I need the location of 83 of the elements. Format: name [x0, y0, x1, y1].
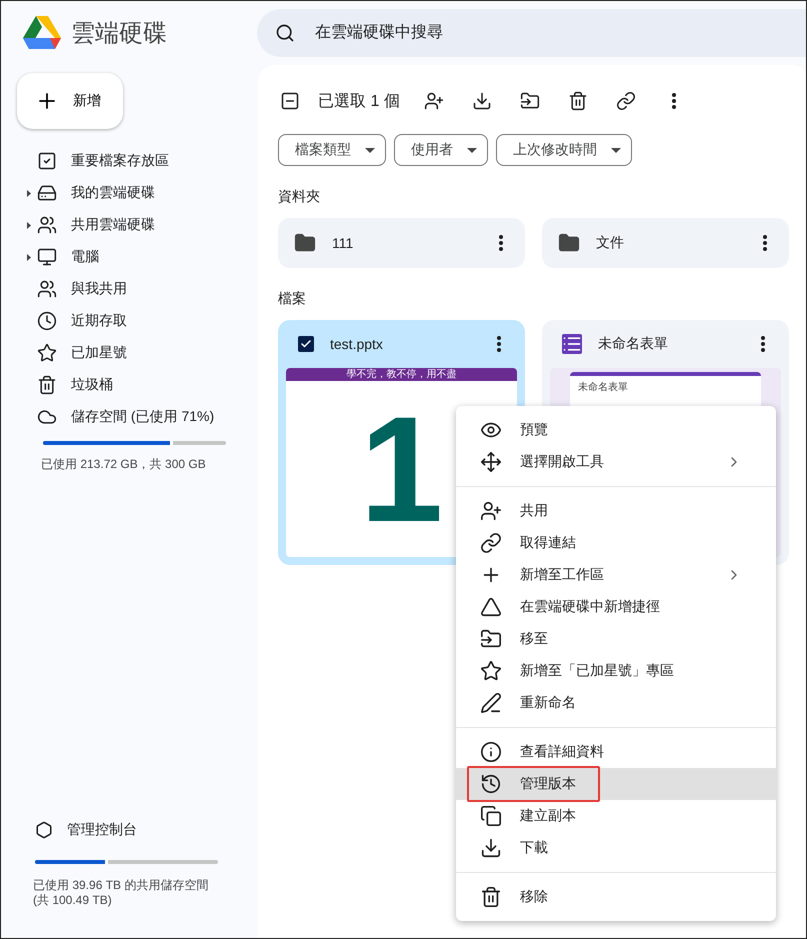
info-icon	[480, 741, 502, 763]
section-heading: 檔案	[278, 290, 307, 308]
star-icon	[37, 343, 57, 363]
more-icon	[497, 336, 501, 352]
folder-icon	[558, 232, 580, 254]
menu-item[interactable]: 移至	[456, 623, 776, 655]
drive-icon	[37, 183, 57, 203]
shared-storage-text: 已使用 39.96 TB 的共用儲存空間 (共 100.49 TB)	[33, 878, 210, 908]
menu-item[interactable]: 下載	[456, 832, 776, 864]
minus-box-icon	[280, 91, 300, 111]
menu-item[interactable]: 建立副本	[456, 800, 776, 832]
menu-item[interactable]: 查看詳細資料	[456, 736, 776, 768]
nav-item[interactable]: 儲存空間 (已使用 71%)	[17, 401, 258, 433]
nav-item[interactable]: 共用雲端硬碟	[17, 209, 258, 241]
triangle-icon	[480, 596, 502, 618]
menu-item[interactable]: 新增至「已加星號」專區	[456, 655, 776, 687]
slide-number: 1	[360, 394, 444, 544]
move-folder-icon	[480, 628, 502, 650]
pen-icon	[480, 692, 502, 714]
star-icon	[480, 660, 502, 682]
check-icon	[300, 338, 312, 350]
download-icon	[480, 837, 502, 859]
computer-icon	[37, 247, 57, 267]
link-icon	[480, 532, 502, 554]
copy-icon	[480, 805, 502, 827]
folder-name: 111	[332, 235, 354, 251]
download-icon	[472, 91, 492, 111]
move-folder-icon	[520, 91, 540, 111]
expand-icon[interactable]	[27, 254, 31, 261]
folder-card[interactable]: 111	[278, 218, 525, 268]
nav-item[interactable]: 已加星號	[17, 337, 258, 369]
menu-item[interactable]: 重新命名	[456, 687, 776, 719]
clock-icon	[37, 311, 57, 331]
move-icon	[480, 451, 502, 473]
history-icon	[480, 773, 502, 795]
menu-item[interactable]: 管理版本	[456, 768, 776, 800]
slide-banner: 學不完，教不停，用不盡	[286, 368, 517, 381]
file-name: 未命名表單	[598, 335, 669, 353]
more-icon	[763, 235, 767, 251]
caret-icon	[611, 148, 621, 152]
nav-item[interactable]: 與我共用	[17, 273, 258, 305]
selection-count: 已選取 1 個	[318, 92, 400, 112]
nav-item[interactable]: 近期存取	[17, 305, 258, 337]
add-person-icon	[424, 91, 444, 111]
filter-chip[interactable]: 上次修改時間	[496, 134, 632, 166]
people-icon	[37, 279, 57, 299]
app-title: 雲端硬碟	[71, 19, 167, 49]
expand-icon[interactable]	[27, 190, 31, 197]
more-icon	[499, 235, 503, 251]
expand-icon[interactable]	[27, 222, 31, 229]
filter-chip[interactable]: 使用者	[394, 134, 488, 166]
new-button[interactable]: 新增	[17, 73, 123, 129]
more-icon	[761, 336, 765, 352]
checkbox[interactable]	[298, 336, 314, 352]
checkbox-icon	[37, 151, 57, 171]
people-icon	[37, 215, 57, 235]
nav-item[interactable]: 垃圾桶	[17, 369, 258, 401]
trash-icon	[37, 375, 57, 395]
menu-item[interactable]: 在雲端硬碟中新增捷徑	[456, 591, 776, 623]
admin-console-link[interactable]: 管理控制台	[17, 814, 258, 846]
add-person-icon	[480, 500, 502, 522]
nav-item[interactable]: 電腦	[17, 241, 258, 273]
file-name: test.pptx	[330, 336, 384, 352]
nav-item[interactable]: 重要檔案存放區	[17, 145, 258, 177]
more-icon	[672, 93, 676, 109]
trash-icon	[480, 886, 502, 908]
link-icon	[616, 91, 636, 111]
folder-icon	[294, 232, 316, 254]
folder-name: 文件	[596, 234, 625, 252]
caret-icon	[467, 148, 477, 152]
folder-card[interactable]: 文件	[542, 218, 789, 268]
trash-icon	[568, 91, 588, 111]
caret-icon	[365, 148, 375, 152]
search-bar[interactable]: 在雲端硬碟中搜尋	[257, 9, 806, 57]
section-heading: 資料夾	[278, 188, 321, 206]
filter-chip[interactable]: 檔案類型	[278, 134, 386, 166]
nav-item[interactable]: 我的雲端硬碟	[17, 177, 258, 209]
logo-icon	[23, 16, 61, 50]
storage-text: 已使用 213.72 GB，共 300 GB	[41, 457, 207, 472]
search-input[interactable]: 在雲端硬碟中搜尋	[313, 23, 806, 43]
hexagon-icon	[35, 821, 53, 839]
menu-item[interactable]: 移除	[456, 881, 776, 913]
search-icon	[275, 23, 295, 43]
